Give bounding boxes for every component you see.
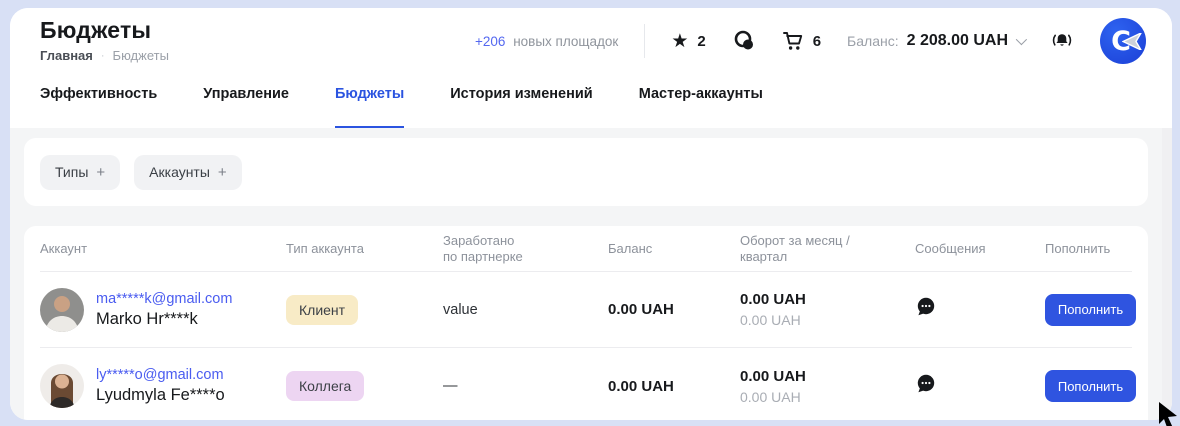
notifications-button[interactable] xyxy=(1050,29,1074,53)
app-window: Бюджеты Главная · Бюджеты +206 новых пло… xyxy=(10,8,1172,420)
table-row: ly*****o@gmail.com Lyudmyla Fe****o Колл… xyxy=(40,348,1132,420)
avatar xyxy=(40,288,84,332)
column-header-account: Аккаунт xyxy=(40,241,286,257)
breadcrumb: Главная · Бюджеты xyxy=(40,48,169,63)
balance-label: Баланс: xyxy=(847,33,899,49)
column-header-earned: Заработанопо партнерке xyxy=(443,233,608,265)
breadcrumb-separator: · xyxy=(101,50,105,62)
turnover-quarter: 0.00 UAH xyxy=(740,312,915,328)
page-title: Бюджеты xyxy=(40,17,169,44)
message-icon[interactable] xyxy=(915,296,937,318)
accounts-filter-label: Аккаунты xyxy=(149,164,210,180)
balance-cell: 0.00 UAH xyxy=(608,301,740,318)
tab-bar: Эффективность Управление Бюджеты История… xyxy=(10,72,1172,128)
earned-value: — xyxy=(443,378,608,394)
plus-icon: + xyxy=(218,164,227,181)
title-block: Бюджеты Главная · Бюджеты xyxy=(40,17,169,63)
chevron-down-icon xyxy=(1016,34,1027,45)
balance-value: 2 208.00 UAH xyxy=(907,32,1008,50)
topbar: Бюджеты Главная · Бюджеты +206 новых пло… xyxy=(10,8,1172,72)
message-icon[interactable] xyxy=(915,373,937,395)
cart-icon xyxy=(782,30,804,52)
balance-cell: 0.00 UAH xyxy=(608,378,740,395)
desktop-background: { "page": { "title": "Бюджеты", "breadcr… xyxy=(0,0,1180,426)
table-header-row: Аккаунт Тип аккаунта Заработанопо партне… xyxy=(40,226,1132,272)
earned-value: value xyxy=(443,302,608,318)
column-header-account-type: Тип аккаунта xyxy=(286,241,443,257)
tab-change-history[interactable]: История изменений xyxy=(450,86,592,128)
logo-cursor-arrow-icon xyxy=(1122,33,1142,50)
turnover-month: 0.00 UAH xyxy=(740,291,915,308)
favorites-counter[interactable]: ★ 2 xyxy=(671,32,705,51)
balance-dropdown[interactable]: Баланс: 2 208.00 UAH xyxy=(847,32,1024,50)
table-row: ma*****k@gmail.com Marko Hr****k Клиент … xyxy=(40,272,1132,348)
topup-button[interactable]: Пополнить xyxy=(1045,294,1136,326)
account-email-link[interactable]: ly*****o@gmail.com xyxy=(96,367,225,383)
cart-count: 6 xyxy=(813,33,821,50)
favorites-count: 2 xyxy=(697,33,705,50)
tab-master-accounts[interactable]: Мастер-аккаунты xyxy=(639,86,763,128)
plus-icon: + xyxy=(96,164,105,181)
new-sites-count: +206 xyxy=(475,34,505,49)
tab-effectiveness[interactable]: Эффективность xyxy=(40,86,157,128)
content-area: Типы + Аккаунты + Аккаунт Тип аккаунта З… xyxy=(10,128,1172,420)
tab-budgets[interactable]: Бюджеты xyxy=(335,86,404,128)
cart-counter[interactable]: 6 xyxy=(782,30,821,52)
accounts-table-card: Аккаунт Тип аккаунта Заработанопо партне… xyxy=(24,226,1148,420)
column-header-turnover: Оборот за месяц /квартал xyxy=(740,233,915,265)
column-header-messages: Сообщения xyxy=(915,241,1035,257)
scrollbar-track[interactable] xyxy=(1162,128,1172,420)
types-filter-chip[interactable]: Типы + xyxy=(40,155,120,190)
filters-card: Типы + Аккаунты + xyxy=(24,138,1148,206)
breadcrumb-current: Бюджеты xyxy=(113,48,169,63)
turnover-quarter: 0.00 UAH xyxy=(740,389,915,405)
column-header-topup: Пополнить xyxy=(1035,241,1132,257)
topbar-right: +206 новых площадок ★ 2 xyxy=(475,16,1146,64)
account-type-badge: Коллега xyxy=(286,371,364,401)
chat-button[interactable] xyxy=(732,29,756,53)
breadcrumb-home-link[interactable]: Главная xyxy=(40,48,93,63)
mouse-cursor xyxy=(1157,402,1180,426)
app-logo[interactable]: C xyxy=(1100,18,1146,64)
account-email-link[interactable]: ma*****k@gmail.com xyxy=(96,291,232,307)
account-name: Lyudmyla Fe****o xyxy=(96,386,225,405)
topbar-divider xyxy=(644,24,645,58)
new-sites-label: новых площадок xyxy=(513,34,618,49)
tab-management[interactable]: Управление xyxy=(203,86,289,128)
account-name: Marko Hr****k xyxy=(96,310,232,329)
turnover-month: 0.00 UAH xyxy=(740,368,915,385)
avatar xyxy=(40,364,84,408)
new-sites-link[interactable]: +206 новых площадок xyxy=(475,34,618,49)
ringing-bell-icon xyxy=(1050,29,1074,53)
account-type-badge: Клиент xyxy=(286,295,358,325)
accounts-filter-chip[interactable]: Аккаунты + xyxy=(134,155,242,190)
star-icon: ★ xyxy=(671,32,688,51)
topup-button[interactable]: Пополнить xyxy=(1045,370,1136,402)
types-filter-label: Типы xyxy=(55,164,88,180)
column-header-balance: Баланс xyxy=(608,241,740,257)
chat-bubble-icon xyxy=(732,29,756,53)
